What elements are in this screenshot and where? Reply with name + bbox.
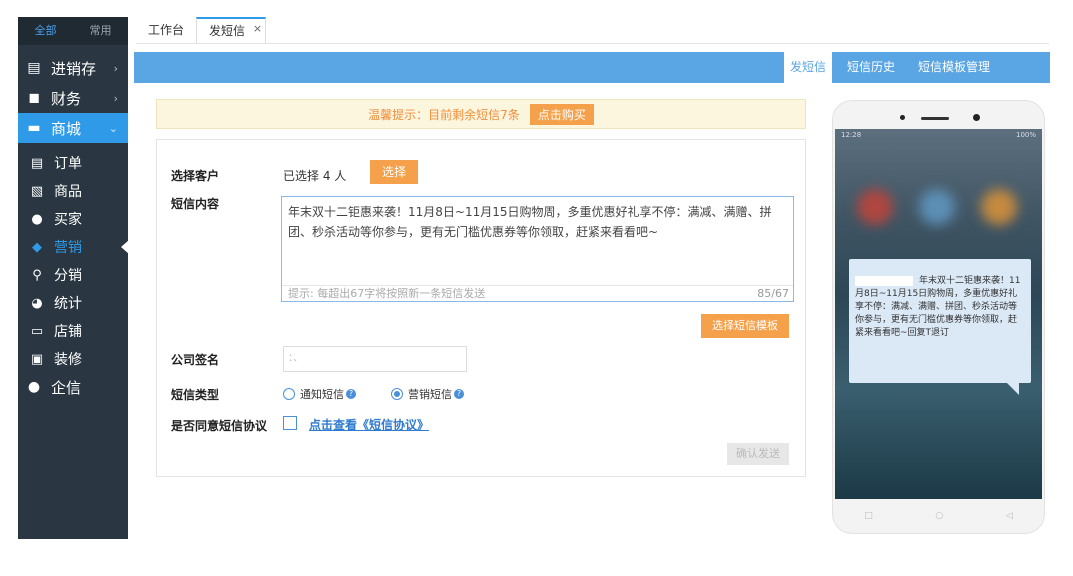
sidebar-sub-label: 营销 [54, 240, 82, 256]
sidebar-tab-all[interactable]: 全部 [18, 17, 73, 45]
sidebar-sub-buyers[interactable]: ● 买家 [18, 205, 128, 233]
sidebar-sub-label: 买家 [54, 212, 82, 228]
order-icon: ▤ [30, 155, 44, 171]
tabs-divider [136, 43, 1049, 44]
image-icon: ▧ [30, 183, 44, 199]
phone-screen: 12:28 100% 年末双十二钜惠来袭！11月8日~11月15日购物周，多重优… [835, 129, 1042, 499]
radio-circle-selected [391, 388, 403, 400]
header-tab-send-sms[interactable]: 发短信 [784, 52, 833, 83]
header-tab-sms-history[interactable]: 短信历史 [841, 52, 901, 83]
select-customer-button[interactable]: 选择 [370, 160, 418, 184]
select-template-button[interactable]: 选择短信模板 [701, 314, 789, 338]
sidebar: 全部 常用 ▤ 进销存 › ◼ 财务 › ▬ 商城 ⌄ ▤ 订单 ▧ 商品 ● … [18, 17, 129, 539]
sidebar-sub-marketing[interactable]: ◆ 营销 [18, 233, 129, 261]
sidebar-sub-shop[interactable]: ▭ 店铺 [18, 317, 128, 345]
confirm-send-button[interactable]: 确认发送 [727, 443, 789, 465]
help-icon[interactable]: ? [346, 389, 356, 399]
hierarchy-icon: ⚲ [32, 267, 42, 283]
radio-marketing-sms[interactable]: 营销短信 ? [391, 386, 464, 402]
tab-workbench[interactable]: 工作台 [136, 17, 196, 43]
circle-icon: ○ [935, 511, 944, 521]
bubble-tail [1005, 381, 1019, 395]
sms-char-count: 85/67 [757, 287, 789, 300]
sidebar-sub-label: 商品 [54, 184, 82, 200]
phone-time: 12:28 [841, 131, 862, 139]
customer-label: 选择客户 [171, 169, 220, 183]
sidebar-item-mall[interactable]: ▬ 商城 ⌄ [18, 113, 128, 143]
chevron-right-icon: › [113, 91, 118, 105]
chat-bubble-icon: ● [27, 379, 41, 395]
sidebar-sub-label: 分销 [54, 268, 82, 284]
masked-sender [855, 275, 913, 286]
close-icon[interactable]: × [253, 17, 262, 41]
blurred-app-icon [857, 189, 893, 225]
sms-content-text: 年末双十二钜惠来袭！11月8日~11月15日购物周，多重优惠好礼享不停：满减、满… [288, 205, 772, 239]
shop-icon: ▭ [30, 323, 44, 339]
buy-button[interactable]: 点击购买 [529, 103, 594, 125]
sidebar-item-label: 商城 [51, 119, 82, 138]
sidebar-sub-label: 装修 [54, 352, 82, 368]
sidebar-sub-label: 店铺 [54, 324, 82, 340]
agreement-checkbox[interactable] [283, 416, 297, 430]
phone-camera [973, 114, 980, 121]
radio-label: 营销短信 [408, 388, 452, 401]
phone-preview: 12:28 100% 年末双十二钜惠来袭！11月8日~11月15日购物周，多重优… [832, 100, 1045, 534]
pie-chart-icon: ◕ [31, 295, 43, 311]
sms-header-bar: 发短信 短信历史 短信模板管理 [134, 52, 1050, 83]
tab-label: 发短信 [209, 24, 246, 38]
sidebar-sub-label: 订单 [54, 156, 82, 172]
phone-earpiece [921, 117, 949, 120]
sidebar-item-label: 进销存 [51, 59, 97, 78]
square-icon: □ [864, 511, 873, 521]
store-icon: ▬ [27, 120, 41, 136]
phone-sensor [900, 115, 905, 120]
agreement-label: 是否同意短信协议 [171, 419, 268, 433]
sidebar-tab-common[interactable]: 常用 [73, 17, 128, 45]
content-label: 短信内容 [171, 197, 220, 211]
sms-content-textarea[interactable]: 年末双十二钜惠来袭！11月8日~11月15日购物周，多重优惠好礼享不停：满减、满… [281, 196, 794, 302]
sidebar-item-finance[interactable]: ◼ 财务 › [18, 83, 128, 113]
sidebar-item-inventory[interactable]: ▤ 进销存 › [18, 53, 128, 83]
blurred-app-icon [919, 189, 955, 225]
page-tabs: 工作台 发短信 × [136, 17, 267, 43]
help-icon[interactable]: ? [454, 389, 464, 399]
sms-preview-bubble: 年末双十二钜惠来袭！11月8日~11月15日购物周，多重优惠好礼享不停：满减、满… [849, 259, 1031, 383]
tip-text: 温馨提示：目前剩余短信7条 [368, 107, 520, 122]
chevron-right-icon: › [113, 61, 118, 75]
radio-notify-sms[interactable]: 通知短信 ? [283, 386, 356, 402]
sidebar-sub-stats[interactable]: ◕ 统计 [18, 289, 128, 317]
sidebar-sub-distribution[interactable]: ⚲ 分销 [18, 261, 128, 289]
sidebar-sub-label: 统计 [54, 296, 82, 312]
phone-battery: 100% [1015, 131, 1036, 139]
users-icon: ● [31, 211, 43, 227]
customer-selected-count: 已选择 4 人 [283, 169, 347, 183]
blurred-app-icon [981, 189, 1017, 225]
wallet-icon: ◼ [28, 90, 40, 106]
sms-content-hint: 提示: 每超出67字将按照新一条短信发送 [282, 285, 793, 301]
agreement-link[interactable]: 点击查看《短信协议》 [309, 416, 429, 433]
tip-bar: 温馨提示：目前剩余短信7条 点击购买 [156, 99, 806, 129]
sidebar-item-label: 财务 [51, 89, 82, 108]
active-indicator [121, 240, 129, 254]
sidebar-tabs: 全部 常用 [18, 17, 128, 45]
signature-input[interactable]: ：、 [283, 346, 467, 372]
chevron-down-icon: ⌄ [108, 121, 118, 135]
sidebar-item-enterprise-msg[interactable]: ● 企信 [18, 373, 128, 401]
sidebar-sub-products[interactable]: ▧ 商品 [18, 177, 128, 205]
frame-icon: ▣ [30, 351, 44, 367]
document-icon: ▤ [27, 60, 41, 76]
sidebar-sub-orders[interactable]: ▤ 订单 [18, 149, 128, 177]
radio-circle [283, 388, 295, 400]
signature-label: 公司签名 [171, 353, 220, 367]
megaphone-icon: ◆ [32, 239, 42, 255]
phone-nav-bar: □ ○ ◁ [833, 499, 1044, 533]
sms-form: 选择客户 已选择 4 人 选择 短信内容 年末双十二钜惠来袭！11月8日~11月… [156, 139, 806, 477]
sms-type-label: 短信类型 [171, 388, 220, 402]
back-triangle-icon: ◁ [1005, 511, 1013, 521]
header-tab-template-manage[interactable]: 短信模板管理 [912, 52, 996, 83]
sidebar-item-label: 企信 [51, 378, 82, 397]
sidebar-sub-decoration[interactable]: ▣ 装修 [18, 345, 128, 373]
tab-send-sms[interactable]: 发短信 × [196, 17, 267, 43]
radio-label: 通知短信 [300, 388, 344, 401]
